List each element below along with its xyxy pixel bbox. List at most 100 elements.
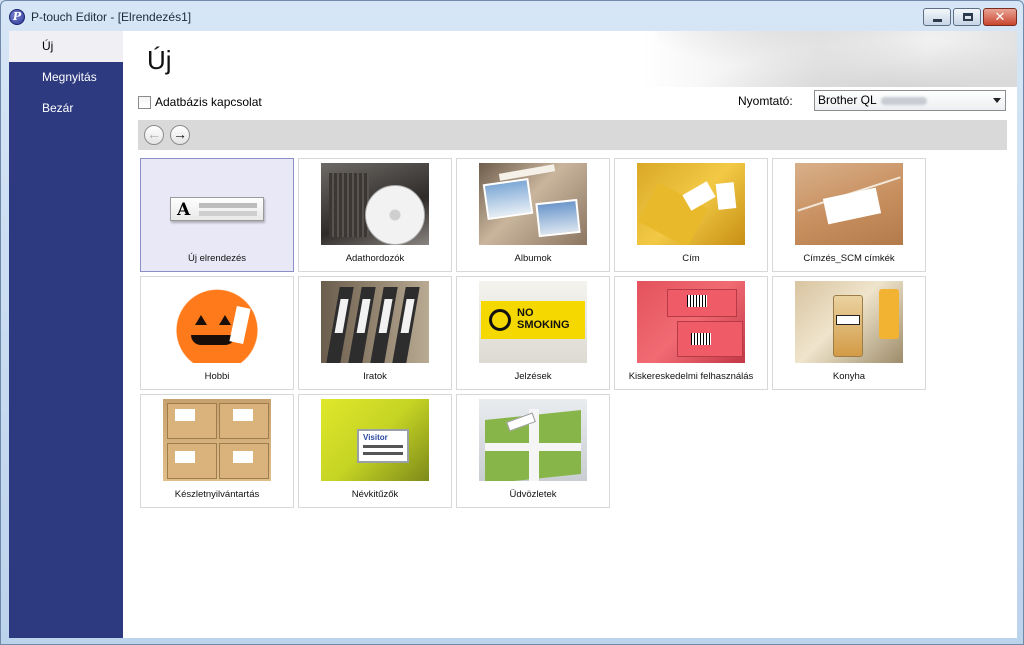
greetings-thumbnail (479, 399, 587, 481)
ribbon-image (485, 443, 581, 451)
template-label: Új elrendezés (187, 253, 247, 264)
template-hobby[interactable]: Hobbi (140, 276, 294, 390)
template-label: Iratok (363, 371, 387, 382)
template-kitchen[interactable]: Konyha (772, 276, 926, 390)
template-label: Konyha (832, 371, 866, 382)
sidebar-item-open[interactable]: Megnyitás (9, 62, 123, 93)
template-label: Cím (682, 253, 700, 264)
template-new-layout[interactable]: A Új elrendezés (140, 158, 294, 272)
name-badge-image: Visitor (357, 429, 409, 463)
template-greetings[interactable]: Üdvözletek (456, 394, 610, 508)
pumpkin-mouth-image (191, 335, 235, 345)
disc-image (365, 185, 425, 245)
arrow-right-icon: → (173, 126, 187, 142)
address-thumbnail (637, 163, 745, 245)
back-button[interactable]: ← (144, 125, 164, 145)
maximize-icon (963, 13, 973, 21)
page-title: Új (147, 45, 172, 75)
minimize-icon (933, 19, 942, 22)
carton-label-image (175, 409, 195, 421)
badge-title: Visitor (363, 433, 388, 442)
main-panel: Új Adatbázis kapcsolat Nyomtató: Brother… (123, 31, 1017, 638)
photo-image (482, 177, 534, 221)
label-tape-icon: A (170, 197, 264, 221)
shipping-label-image (822, 187, 882, 225)
text-line-icon (363, 452, 403, 455)
printer-select[interactable]: Brother QL (814, 90, 1006, 111)
pumpkin-eye-image (195, 315, 207, 325)
text-line-icon (199, 211, 257, 216)
kitchen-thumbnail (795, 281, 903, 363)
window-title: P-touch Editor - [Elrendezés1] (31, 10, 192, 24)
pumpkin-eye-image (219, 315, 231, 325)
files-thumbnail (321, 281, 429, 363)
photo-image (535, 198, 581, 238)
hobby-thumbnail (163, 281, 271, 363)
template-scm-labels[interactable]: Címzés_SCM címkék (772, 158, 926, 272)
label-tag-image (229, 305, 251, 345)
new-layout-thumbnail: A (163, 163, 271, 245)
letter-a-icon: A (177, 200, 191, 220)
template-inventory[interactable]: Készletnyilvántartás (140, 394, 294, 508)
forward-button[interactable]: → (170, 125, 190, 145)
no-smoking-sign-image: NO SMOKING (481, 301, 585, 339)
header-banner: Új (123, 31, 1017, 87)
checkbox-box[interactable] (138, 95, 151, 109)
p-touch-app-icon: P (9, 9, 25, 25)
text-line-icon (363, 445, 403, 448)
sidebar-item-new[interactable]: Új (9, 31, 123, 62)
carton-label-image (233, 409, 253, 421)
window-controls: ✕ (923, 8, 1017, 26)
text-line-icon (199, 203, 257, 208)
close-button[interactable]: ✕ (983, 8, 1017, 26)
printer-select-value: Brother QL (818, 93, 877, 107)
app-window: P P-touch Editor - [Elrendezés1] ✕ Új Me… (0, 0, 1024, 645)
template-address[interactable]: Cím (614, 158, 768, 272)
template-label: Készletnyilvántartás (174, 489, 260, 500)
retail-thumbnail (637, 281, 745, 363)
sidebar-item-close[interactable]: Bezár (9, 93, 123, 124)
name-badges-thumbnail: Visitor (321, 399, 429, 481)
printer-model-redacted (880, 96, 927, 105)
barcode-icon (687, 295, 707, 307)
signs-thumbnail: NO SMOKING (479, 281, 587, 363)
close-icon: ✕ (994, 9, 1006, 24)
media-thumbnail (321, 163, 429, 245)
carton-label-image (175, 451, 195, 463)
template-label: Hobbi (204, 371, 230, 382)
no-smoking-icon (489, 309, 511, 331)
navigation-bar: ← → (138, 120, 1007, 150)
address-label-image (715, 182, 737, 210)
template-label: Albumok (514, 253, 552, 264)
template-files[interactable]: Iratok (298, 276, 452, 390)
disc-case-image (329, 173, 369, 237)
printer-label: Nyomtató: (738, 94, 793, 108)
maximize-button[interactable] (953, 8, 981, 26)
template-label: Üdvözletek (509, 489, 557, 500)
database-connection-checkbox[interactable]: Adatbázis kapcsolat (138, 95, 262, 109)
carton-label-image (233, 451, 253, 463)
template-albums[interactable]: Albumok (456, 158, 610, 272)
binder-image (392, 287, 420, 363)
albums-thumbnail (479, 163, 587, 245)
scm-labels-thumbnail (795, 163, 903, 245)
barcode-icon (691, 333, 711, 345)
minimize-button[interactable] (923, 8, 951, 26)
jar-image (833, 295, 863, 357)
template-signs[interactable]: NO SMOKING Jelzések (456, 276, 610, 390)
arrow-left-icon: ← (147, 126, 161, 142)
inventory-thumbnail (163, 399, 271, 481)
template-label: Címzés_SCM címkék (803, 253, 895, 264)
database-connection-label: Adatbázis kapcsolat (155, 95, 262, 109)
template-label: Jelzések (514, 371, 552, 382)
template-retail[interactable]: Kiskereskedelmi felhasználás (614, 276, 768, 390)
chevron-down-icon[interactable] (993, 98, 1001, 103)
template-media[interactable]: Adathordozók (298, 158, 452, 272)
sidebar: Új Megnyitás Bezár (9, 31, 123, 638)
title-bar[interactable]: P P-touch Editor - [Elrendezés1] ✕ (1, 1, 1023, 31)
banner-decoration (657, 31, 1017, 87)
template-name-badges[interactable]: Visitor Névkitűzők (298, 394, 452, 508)
jar-label-image (836, 315, 860, 325)
template-label: Kiskereskedelmi felhasználás (628, 371, 754, 382)
template-label: Adathordozók (345, 253, 405, 264)
